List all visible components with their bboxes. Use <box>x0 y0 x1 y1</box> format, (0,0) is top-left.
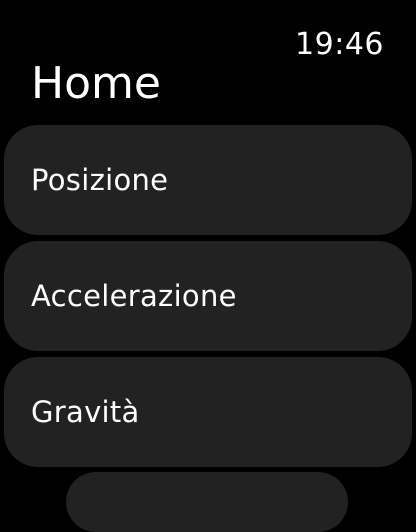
menu-list: Posizione Accelerazione Gravità <box>4 125 412 473</box>
menu-item-label: Accelerazione <box>31 279 237 313</box>
page-title: Home <box>31 58 161 109</box>
menu-item-gravita[interactable]: Gravità <box>4 357 412 467</box>
status-time: 19:46 <box>295 27 384 62</box>
menu-item-label: Posizione <box>31 163 169 197</box>
menu-item-label: Gravità <box>31 395 140 429</box>
menu-item-posizione[interactable]: Posizione <box>4 125 412 235</box>
menu-item-accelerazione[interactable]: Accelerazione <box>4 241 412 351</box>
menu-item-partial[interactable] <box>66 472 348 532</box>
